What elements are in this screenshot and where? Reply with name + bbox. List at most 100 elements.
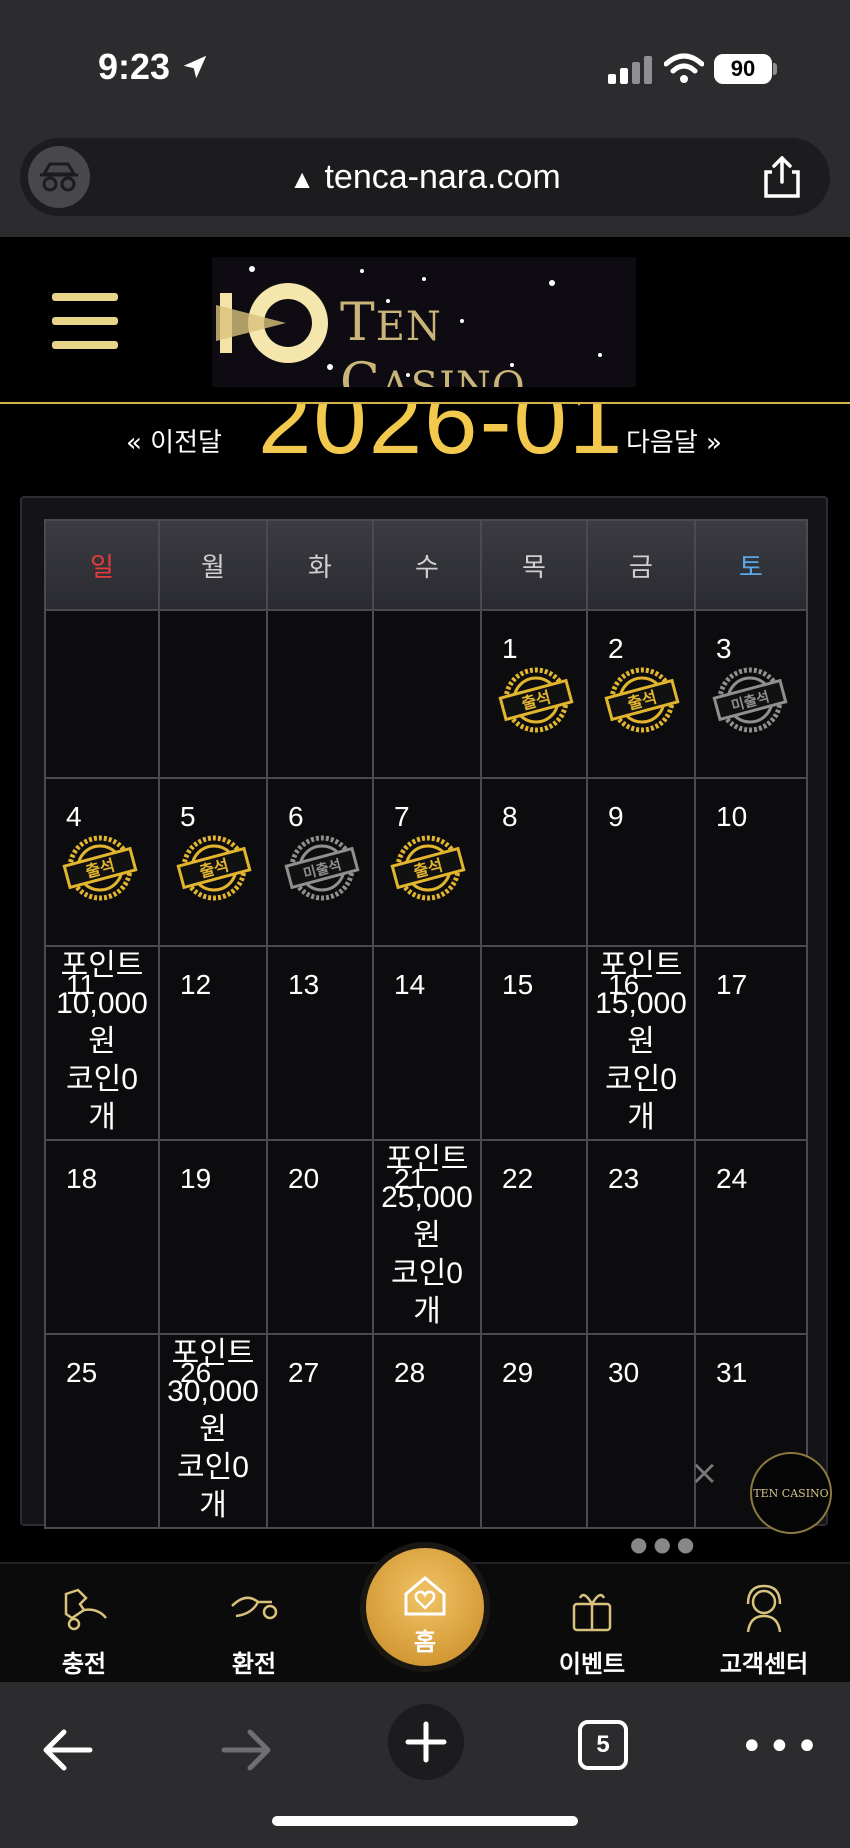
forward-arrow-icon[interactable]	[218, 1726, 274, 1774]
calendar-day-cell[interactable]: 14	[372, 945, 482, 1141]
calendar-day-cell[interactable]: 13	[266, 945, 374, 1141]
calendar-week-row: 1 출석 2 출석 3 미출석	[44, 609, 808, 779]
calendar-day-cell[interactable]: 19	[158, 1139, 268, 1335]
calendar-day-cell[interactable]: 21 포인트 25,000 원 코인0 개	[372, 1139, 482, 1335]
calendar-day-cell[interactable]: 7 출석	[372, 777, 482, 947]
reward-line: 원	[627, 1025, 655, 1058]
more-options-icon[interactable]: •••	[740, 1724, 823, 1770]
weekday-wed: 수	[372, 519, 482, 611]
nav-exchange[interactable]: 환전	[184, 1564, 324, 1684]
calendar-empty-cell	[266, 609, 374, 779]
calendar-day-cell[interactable]: 28	[372, 1333, 482, 1529]
calendar-day-cell[interactable]: 17	[694, 945, 808, 1141]
day-number: 7	[394, 801, 410, 832]
reward-text: 포인트 15,000 원코인0 개	[588, 947, 694, 1137]
day-number: 15	[502, 969, 534, 1000]
calendar-day-cell[interactable]: 11 포인트 10,000 원 코인0 개	[44, 945, 160, 1141]
share-icon[interactable]	[762, 156, 802, 198]
calendar-day-cell[interactable]: 26 포인트 30,000 원 코인0 개	[158, 1333, 268, 1529]
calendar-week-row: 4 출석 5 출석 6 미출석 7 출석 8 9 10	[44, 777, 808, 947]
calendar-day-cell[interactable]: 3 미출석	[694, 609, 808, 779]
day-number: 30	[608, 1357, 640, 1388]
nav-home-button[interactable]: 홈	[360, 1542, 490, 1672]
calendar-day-cell[interactable]: 16 포인트 15,000 원 코인0 개	[586, 945, 696, 1141]
calendar-day-cell[interactable]: 4 출석	[44, 777, 160, 947]
day-number: 19	[180, 1163, 212, 1194]
reward-line: 코인0	[391, 1257, 463, 1290]
day-number: 3	[716, 633, 732, 664]
weekday-sun: 일	[44, 519, 160, 611]
calendar-day-cell[interactable]: 18	[44, 1139, 160, 1335]
reward-line: 개	[413, 1295, 441, 1328]
next-month-link[interactable]: 다음달 »	[626, 422, 722, 459]
calendar-day-cell[interactable]: 22	[480, 1139, 588, 1335]
reward-line: 코인0	[605, 1063, 677, 1096]
calendar-day-cell[interactable]: 23	[586, 1139, 696, 1335]
calendar-day-cell[interactable]: 12	[158, 945, 268, 1141]
site-logo[interactable]: TEN CASINO	[212, 257, 636, 387]
day-number: 18	[66, 1163, 98, 1194]
reward-line: 개	[199, 1489, 227, 1522]
home-heart-icon	[404, 1576, 446, 1616]
attendance-calendar: 일 월 화 수 목 금 토 1 출석 2 출석 3 미출석 4 출석 5 출석 6 미출석 7 출석 8 9 1…	[44, 519, 808, 1529]
floating-close-button[interactable]: ×	[690, 1453, 719, 1493]
reward-line: 개	[627, 1101, 655, 1134]
reward-line: 원	[199, 1413, 227, 1446]
calendar-day-cell[interactable]: 30	[586, 1333, 696, 1529]
support-headset-icon	[746, 1584, 782, 1633]
calendar-day-cell[interactable]: 2 출석	[586, 609, 696, 779]
calendar-week-row: 25 26 포인트 30,000 원 코인0 개 27 28 29 30 31	[44, 1333, 808, 1529]
calendar-body: 1 출석 2 출석 3 미출석 4 출석 5 출석 6 미출석 7 출석 8 9 10 11 포인트 10,000 원 코…	[44, 609, 808, 1529]
status-time: 9:23	[98, 46, 171, 87]
nav-charge-label: 충전	[61, 1650, 107, 1678]
day-number: 1	[502, 633, 518, 664]
day-number: 24	[716, 1163, 748, 1194]
nav-event[interactable]: 이벤트	[522, 1564, 662, 1684]
reward-line: 포인트	[599, 949, 683, 982]
new-tab-button[interactable]	[388, 1704, 464, 1780]
day-number: 8	[502, 801, 518, 832]
nav-support[interactable]: 고객센터	[694, 1564, 834, 1684]
back-arrow-icon[interactable]	[40, 1726, 96, 1774]
day-number: 12	[180, 969, 212, 1000]
calendar-day-cell[interactable]: 5 출석	[158, 777, 268, 947]
nav-home-label: 홈	[413, 1628, 437, 1656]
calendar-day-cell[interactable]: 24	[694, 1139, 808, 1335]
calendar-day-cell[interactable]: 20	[266, 1139, 374, 1335]
absent-stamp-icon: 미출석	[712, 667, 788, 733]
day-number: 13	[288, 969, 320, 1000]
reward-text: 포인트 10,000 원 코인0 개	[46, 947, 158, 1137]
reward-line: 원	[88, 1025, 116, 1058]
day-number: 31	[716, 1357, 748, 1388]
weekday-fri: 금	[586, 519, 696, 611]
day-number: 17	[716, 969, 748, 1000]
floating-logo-button[interactable]: TEN CASINO	[750, 1452, 832, 1534]
nav-charge[interactable]: 충전	[14, 1564, 154, 1684]
calendar-day-cell[interactable]: 25	[44, 1333, 160, 1529]
attended-stamp-icon: 출석	[604, 667, 680, 733]
calendar-week-row: 11 포인트 10,000 원 코인0 개 12 13 14 15 16 포인트 15,000 원 코인0 개…	[44, 945, 808, 1141]
menu-hamburger-icon[interactable]	[52, 293, 118, 349]
calendar-day-cell[interactable]: 9	[586, 777, 696, 947]
reward-line: 포인트	[60, 949, 144, 982]
url-text[interactable]: ▲ tenca-nara.com	[20, 158, 830, 197]
wifi-icon	[664, 53, 704, 83]
attended-stamp-icon: 출석	[390, 835, 466, 901]
tabs-count-button[interactable]: 5	[578, 1720, 628, 1770]
calendar-day-cell[interactable]: 8	[480, 777, 588, 947]
calendar-day-cell[interactable]: 6 미출석	[266, 777, 374, 947]
reward-line: 포인트	[385, 1143, 469, 1176]
plus-icon	[405, 1721, 447, 1763]
calendar-day-cell[interactable]: 1 출석	[480, 609, 588, 779]
calendar-day-cell[interactable]: 29	[480, 1333, 588, 1529]
reward-line: 15,000	[595, 987, 687, 1020]
address-bar[interactable]: ▲ tenca-nara.com	[20, 138, 830, 216]
calendar-day-cell[interactable]: 10	[694, 777, 808, 947]
logo-sparkles	[249, 266, 602, 377]
calendar-day-cell[interactable]: 27	[266, 1333, 374, 1529]
prev-month-link[interactable]: « 이전달	[126, 422, 222, 459]
calendar-day-cell[interactable]: 15	[480, 945, 588, 1141]
weekday-tue: 화	[266, 519, 374, 611]
reward-line: 30,000	[167, 1375, 259, 1408]
reward-line: 25,000	[381, 1181, 473, 1214]
